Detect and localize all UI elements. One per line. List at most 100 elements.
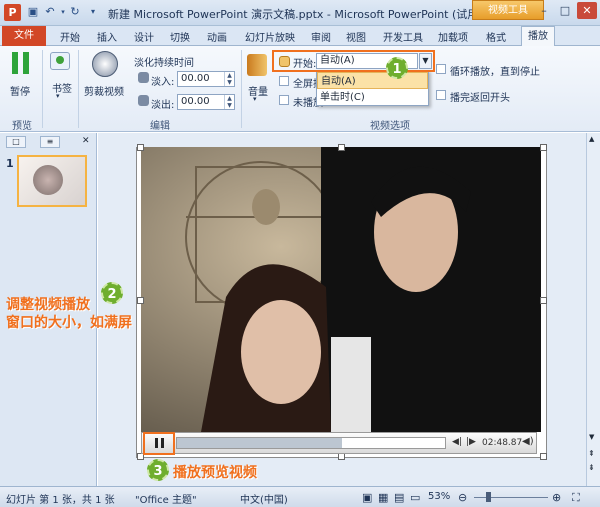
redo-icon[interactable]: ↻ bbox=[68, 5, 82, 19]
maximize-icon[interactable]: □ bbox=[555, 2, 575, 19]
group-label-editing: 编辑 bbox=[150, 121, 170, 132]
step-badge-3: 3 bbox=[147, 459, 169, 481]
window-title: 新建 Microsoft PowerPoint 演示文稿.pptx - Micr… bbox=[108, 8, 479, 21]
fullscreen-checkbox[interactable] bbox=[279, 76, 289, 86]
tab-home[interactable]: 开始 bbox=[60, 29, 80, 44]
slide-thumbnail[interactable] bbox=[17, 155, 87, 207]
rewind-label: 播完返回开头 bbox=[450, 93, 510, 104]
slides-tab-icon[interactable]: □ bbox=[6, 136, 26, 148]
slide-number: 1 bbox=[6, 157, 14, 170]
tab-insert[interactable]: 插入 bbox=[97, 29, 117, 44]
step-badge-2: 2 bbox=[101, 282, 123, 304]
media-progress-fill bbox=[177, 438, 342, 448]
tab-animations[interactable]: 动画 bbox=[207, 29, 227, 44]
fit-to-window-icon[interactable]: ⛶ bbox=[572, 491, 580, 505]
next-slide-icon[interactable]: ⇟ bbox=[588, 463, 595, 472]
zoom-in-icon[interactable]: ⊕ bbox=[552, 491, 561, 504]
highlight-frame-pause bbox=[143, 432, 175, 455]
tab-slideshow[interactable]: 幻灯片放映 bbox=[245, 29, 295, 44]
normal-view-icon[interactable]: ▣ bbox=[362, 491, 372, 504]
step-badge-1: 1 bbox=[386, 57, 408, 79]
tab-review[interactable]: 审阅 bbox=[311, 29, 331, 44]
group-label-video-options: 视频选项 bbox=[370, 121, 410, 132]
annotation-resize-line2: 窗口的大小，如满屏 bbox=[6, 315, 132, 331]
loop-checkbox[interactable] bbox=[436, 64, 446, 74]
ribbon-divider bbox=[78, 50, 79, 128]
fade-out-stepper[interactable]: 00.00 ▲ ▼ bbox=[177, 94, 235, 110]
media-time: 02:48.87 bbox=[482, 438, 523, 448]
pause-button-label[interactable]: 暂停 bbox=[10, 83, 30, 98]
pause-icon[interactable] bbox=[12, 52, 30, 74]
tab-addins[interactable]: 加载项 bbox=[438, 29, 468, 44]
tab-file[interactable]: 文件 bbox=[2, 26, 46, 46]
loop-label: 循环播放，直到停止 bbox=[450, 67, 540, 78]
volume-button-label[interactable]: 音量 bbox=[248, 83, 268, 98]
tab-view[interactable]: 视图 bbox=[346, 29, 366, 44]
fade-in-value: 00.00 bbox=[181, 73, 210, 84]
ribbon-tab-bar: 文件 开始 插入 设计 切换 动画 幻灯片放映 审阅 视图 开发工具 加载项 格… bbox=[0, 26, 600, 47]
resize-handle-right[interactable] bbox=[540, 297, 547, 304]
bookmark-icon[interactable] bbox=[50, 52, 70, 70]
slide-sorter-icon[interactable]: ▦ bbox=[378, 491, 388, 504]
status-bar: 幻灯片 第 1 张，共 1 张 "Office 主题" 中文(中国) ▣ ▦ ▤… bbox=[0, 486, 600, 507]
tab-developer[interactable]: 开发工具 bbox=[383, 29, 423, 44]
minimize-icon[interactable]: – bbox=[534, 2, 554, 19]
media-control-bar: ◀| |▶ 02:48.87 ◀) bbox=[141, 432, 537, 454]
annotation-resize-line1: 调整视频播放 bbox=[6, 297, 90, 313]
tab-format[interactable]: 格式 bbox=[486, 29, 506, 44]
media-progress-track[interactable] bbox=[176, 437, 446, 449]
dropdown-option-automatic[interactable]: 自动(A) bbox=[317, 72, 428, 89]
title-bar: P ▣ ↶ ▾ ↻ ▾ 新建 Microsoft PowerPoint 演示文稿… bbox=[0, 0, 600, 26]
tab-transitions[interactable]: 切换 bbox=[170, 29, 190, 44]
close-icon[interactable]: ✕ bbox=[577, 2, 597, 19]
close-pane-icon[interactable]: ✕ bbox=[82, 136, 90, 146]
resize-handle-bottom[interactable] bbox=[338, 453, 345, 460]
volume-icon[interactable] bbox=[247, 54, 267, 76]
scroll-down-icon[interactable]: ▼ bbox=[589, 433, 594, 441]
slideshow-view-icon[interactable]: ▭ bbox=[410, 491, 420, 504]
resize-handle-bottom-right[interactable] bbox=[540, 453, 547, 460]
vertical-scrollbar[interactable]: ▲ ▼ ⇞ ⇟ bbox=[586, 133, 600, 486]
annotation-play-preview: 播放预览视频 bbox=[173, 465, 257, 481]
fade-in-stepper[interactable]: 00.00 ▲ ▼ bbox=[177, 71, 235, 87]
ribbon-divider bbox=[241, 50, 242, 128]
fade-in-icon bbox=[138, 72, 149, 83]
undo-icon[interactable]: ↶ bbox=[43, 5, 57, 19]
resize-handle-left[interactable] bbox=[137, 297, 144, 304]
start-dropdown-menu: 自动(A) 单击时(C) bbox=[316, 70, 429, 106]
hide-not-playing-checkbox[interactable] bbox=[279, 95, 289, 105]
spin-arrows-icon[interactable]: ▲ ▼ bbox=[224, 95, 234, 109]
video-frame[interactable] bbox=[141, 147, 541, 432]
dropdown-option-on-click[interactable]: 单击时(C) bbox=[317, 89, 428, 106]
fade-in-label: 淡入: bbox=[151, 77, 175, 88]
bookmark-dropdown-icon[interactable]: ▾ bbox=[56, 92, 60, 100]
reading-view-icon[interactable]: ▤ bbox=[394, 491, 404, 504]
tab-playback[interactable]: 播放 bbox=[521, 26, 555, 47]
volume-dropdown-icon[interactable]: ▾ bbox=[253, 95, 257, 103]
language-status[interactable]: 中文(中国) bbox=[240, 491, 288, 506]
customize-toolbar-icon[interactable]: ▾ bbox=[86, 5, 100, 19]
rewind-checkbox[interactable] bbox=[436, 90, 446, 100]
zoom-out-icon[interactable]: ⊖ bbox=[458, 491, 467, 504]
save-icon[interactable]: ▣ bbox=[26, 5, 40, 19]
trim-video-icon[interactable] bbox=[92, 51, 118, 77]
bookmark-button-label[interactable]: 书签 bbox=[52, 80, 72, 95]
resize-handle-top[interactable] bbox=[338, 144, 345, 151]
step-back-icon[interactable]: ◀| bbox=[452, 437, 462, 447]
zoom-level[interactable]: 53% bbox=[428, 491, 450, 502]
resize-handle-top-right[interactable] bbox=[540, 144, 547, 151]
fade-duration-title: 淡化持续时间 bbox=[134, 58, 194, 69]
volume-icon[interactable]: ◀) bbox=[522, 436, 534, 447]
trim-video-button-label[interactable]: 剪裁视频 bbox=[84, 83, 124, 98]
step-forward-icon[interactable]: |▶ bbox=[466, 437, 476, 447]
prev-slide-icon[interactable]: ⇞ bbox=[588, 449, 595, 458]
spin-arrows-icon[interactable]: ▲ ▼ bbox=[224, 72, 234, 86]
powerpoint-app-icon[interactable]: P bbox=[4, 4, 21, 21]
scroll-up-icon[interactable]: ▲ bbox=[589, 135, 594, 143]
video-still-image bbox=[141, 147, 541, 432]
zoom-slider-thumb[interactable] bbox=[486, 492, 491, 502]
outline-tab-icon[interactable]: ≡ bbox=[40, 136, 60, 148]
theme-status: "Office 主题" bbox=[135, 495, 197, 506]
resize-handle-top-left[interactable] bbox=[137, 144, 144, 151]
tab-design[interactable]: 设计 bbox=[134, 29, 154, 44]
